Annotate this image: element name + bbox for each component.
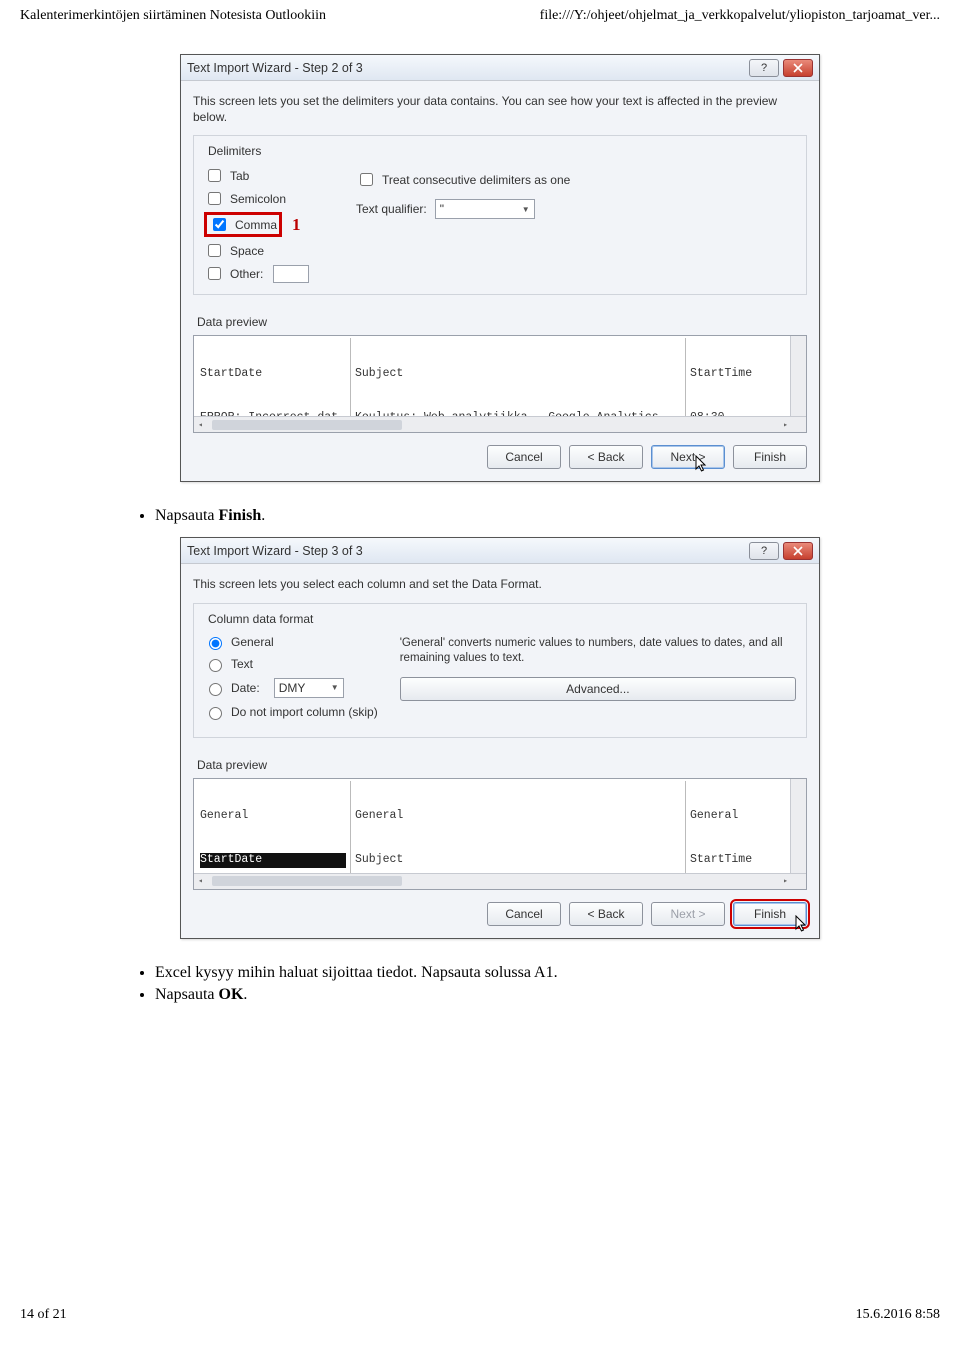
instruction-excel-a1: Excel kysyy mihin haluat sijoittaa tiedo… bbox=[155, 964, 895, 982]
page-number: 14 of 21 bbox=[20, 1307, 67, 1323]
text-qualifier-label: Text qualifier: bbox=[356, 202, 427, 216]
wizard-step2-dialog: Text Import Wizard - Step 2 of 3 ? This … bbox=[180, 54, 820, 482]
format-skip-label: Do not import column (skip) bbox=[231, 705, 378, 719]
page-timestamp: 15.6.2016 8:58 bbox=[856, 1307, 940, 1323]
cursor-icon bbox=[795, 915, 809, 933]
delimiter-semicolon-label: Semicolon bbox=[230, 192, 286, 206]
titlebar: Text Import Wizard - Step 3 of 3 ? bbox=[181, 538, 819, 564]
data-preview: StartDate ERROR: Incorrect dat ERROR: In… bbox=[193, 335, 807, 433]
next-button[interactable]: Next > bbox=[651, 445, 725, 469]
help-icon[interactable]: ? bbox=[749, 542, 779, 560]
format-text-label: Text bbox=[231, 657, 253, 671]
next-button: Next > bbox=[651, 902, 725, 926]
format-date-label: Date: bbox=[231, 681, 260, 695]
preview-col2-header: Subject bbox=[355, 367, 681, 381]
delimiter-space-checkbox[interactable]: Space bbox=[204, 241, 324, 260]
delimiter-tab-checkbox[interactable]: Tab bbox=[204, 166, 324, 185]
format-date-radio[interactable]: Date: DMY ▼ bbox=[204, 678, 378, 698]
instruction-finish: Napsauta Finish. bbox=[155, 507, 895, 525]
format-general-radio[interactable]: General bbox=[204, 634, 378, 650]
close-icon[interactable] bbox=[783, 59, 813, 77]
preview-col3-header: StartTime bbox=[690, 367, 773, 381]
back-button[interactable]: < Back bbox=[569, 902, 643, 926]
delimiter-comma-checkbox[interactable]: Comma bbox=[204, 212, 282, 237]
preview-col3-header: StartTime bbox=[690, 853, 773, 867]
delimiter-other-checkbox[interactable]: Other: bbox=[204, 264, 324, 283]
treat-consecutive-label: Treat consecutive delimiters as one bbox=[382, 173, 570, 187]
chevron-down-icon: ▼ bbox=[522, 205, 530, 214]
chevron-down-icon: ▼ bbox=[331, 683, 339, 692]
doc-url-right: file:///Y:/ohjeet/ohjelmat_ja_verkkopalv… bbox=[540, 8, 940, 24]
instruction-ok: Napsauta OK. bbox=[155, 986, 895, 1004]
preview-col2-format: General bbox=[355, 809, 681, 823]
dialog-description: This screen lets you select each column … bbox=[193, 576, 807, 592]
wizard-step3-dialog: Text Import Wizard - Step 3 of 3 ? This … bbox=[180, 537, 820, 938]
dialog-title: Text Import Wizard - Step 3 of 3 bbox=[187, 544, 745, 558]
text-qualifier-value: " bbox=[440, 202, 444, 216]
cancel-button[interactable]: Cancel bbox=[487, 902, 561, 926]
data-preview: General StartDate ERROR: Incorrect dat E… bbox=[193, 778, 807, 890]
date-format-select[interactable]: DMY ▼ bbox=[274, 678, 344, 698]
help-icon[interactable]: ? bbox=[749, 59, 779, 77]
text-qualifier-select[interactable]: " ▼ bbox=[435, 199, 535, 219]
delimiter-tab-label: Tab bbox=[230, 169, 249, 183]
finish-button[interactable]: Finish bbox=[733, 445, 807, 469]
preview-col2-header: Subject bbox=[355, 853, 681, 867]
format-general-label: General bbox=[231, 635, 274, 649]
delimiter-other-label: Other: bbox=[230, 267, 263, 281]
doc-title-left: Kalenterimerkintöjen siirtäminen Notesis… bbox=[20, 8, 326, 24]
advanced-button[interactable]: Advanced... bbox=[400, 677, 796, 701]
data-preview-label: Data preview bbox=[197, 758, 807, 772]
delimiter-other-input[interactable] bbox=[273, 265, 309, 283]
back-button[interactable]: < Back bbox=[569, 445, 643, 469]
preview-col1-format: General bbox=[200, 809, 346, 823]
cursor-icon bbox=[695, 455, 709, 473]
delimiters-legend: Delimiters bbox=[204, 144, 265, 158]
titlebar: Text Import Wizard - Step 2 of 3 ? bbox=[181, 55, 819, 81]
vertical-scrollbar[interactable] bbox=[790, 336, 806, 416]
delimiter-space-label: Space bbox=[230, 244, 264, 258]
format-text-radio[interactable]: Text bbox=[204, 656, 378, 672]
column-data-format-legend: Column data format bbox=[204, 612, 317, 626]
delimiter-comma-label: Comma bbox=[235, 218, 277, 232]
horizontal-scrollbar[interactable]: ◂▸ bbox=[194, 416, 806, 432]
preview-col3-format: General bbox=[690, 809, 773, 823]
vertical-scrollbar[interactable] bbox=[790, 779, 806, 873]
dialog-description: This screen lets you set the delimiters … bbox=[193, 93, 807, 125]
general-note: 'General' converts numeric values to num… bbox=[400, 636, 796, 667]
cancel-button[interactable]: Cancel bbox=[487, 445, 561, 469]
treat-consecutive-checkbox[interactable]: Treat consecutive delimiters as one bbox=[356, 170, 796, 189]
horizontal-scrollbar[interactable]: ◂▸ bbox=[194, 873, 806, 889]
format-skip-radio[interactable]: Do not import column (skip) bbox=[204, 704, 378, 720]
preview-col1-header: StartDate bbox=[200, 853, 346, 867]
data-preview-label: Data preview bbox=[197, 315, 807, 329]
callout-1: 1 bbox=[292, 215, 301, 235]
dialog-title: Text Import Wizard - Step 2 of 3 bbox=[187, 61, 745, 75]
preview-col1-header: StartDate bbox=[200, 367, 346, 381]
delimiter-semicolon-checkbox[interactable]: Semicolon bbox=[204, 189, 324, 208]
date-format-value: DMY bbox=[279, 681, 306, 695]
close-icon[interactable] bbox=[783, 542, 813, 560]
